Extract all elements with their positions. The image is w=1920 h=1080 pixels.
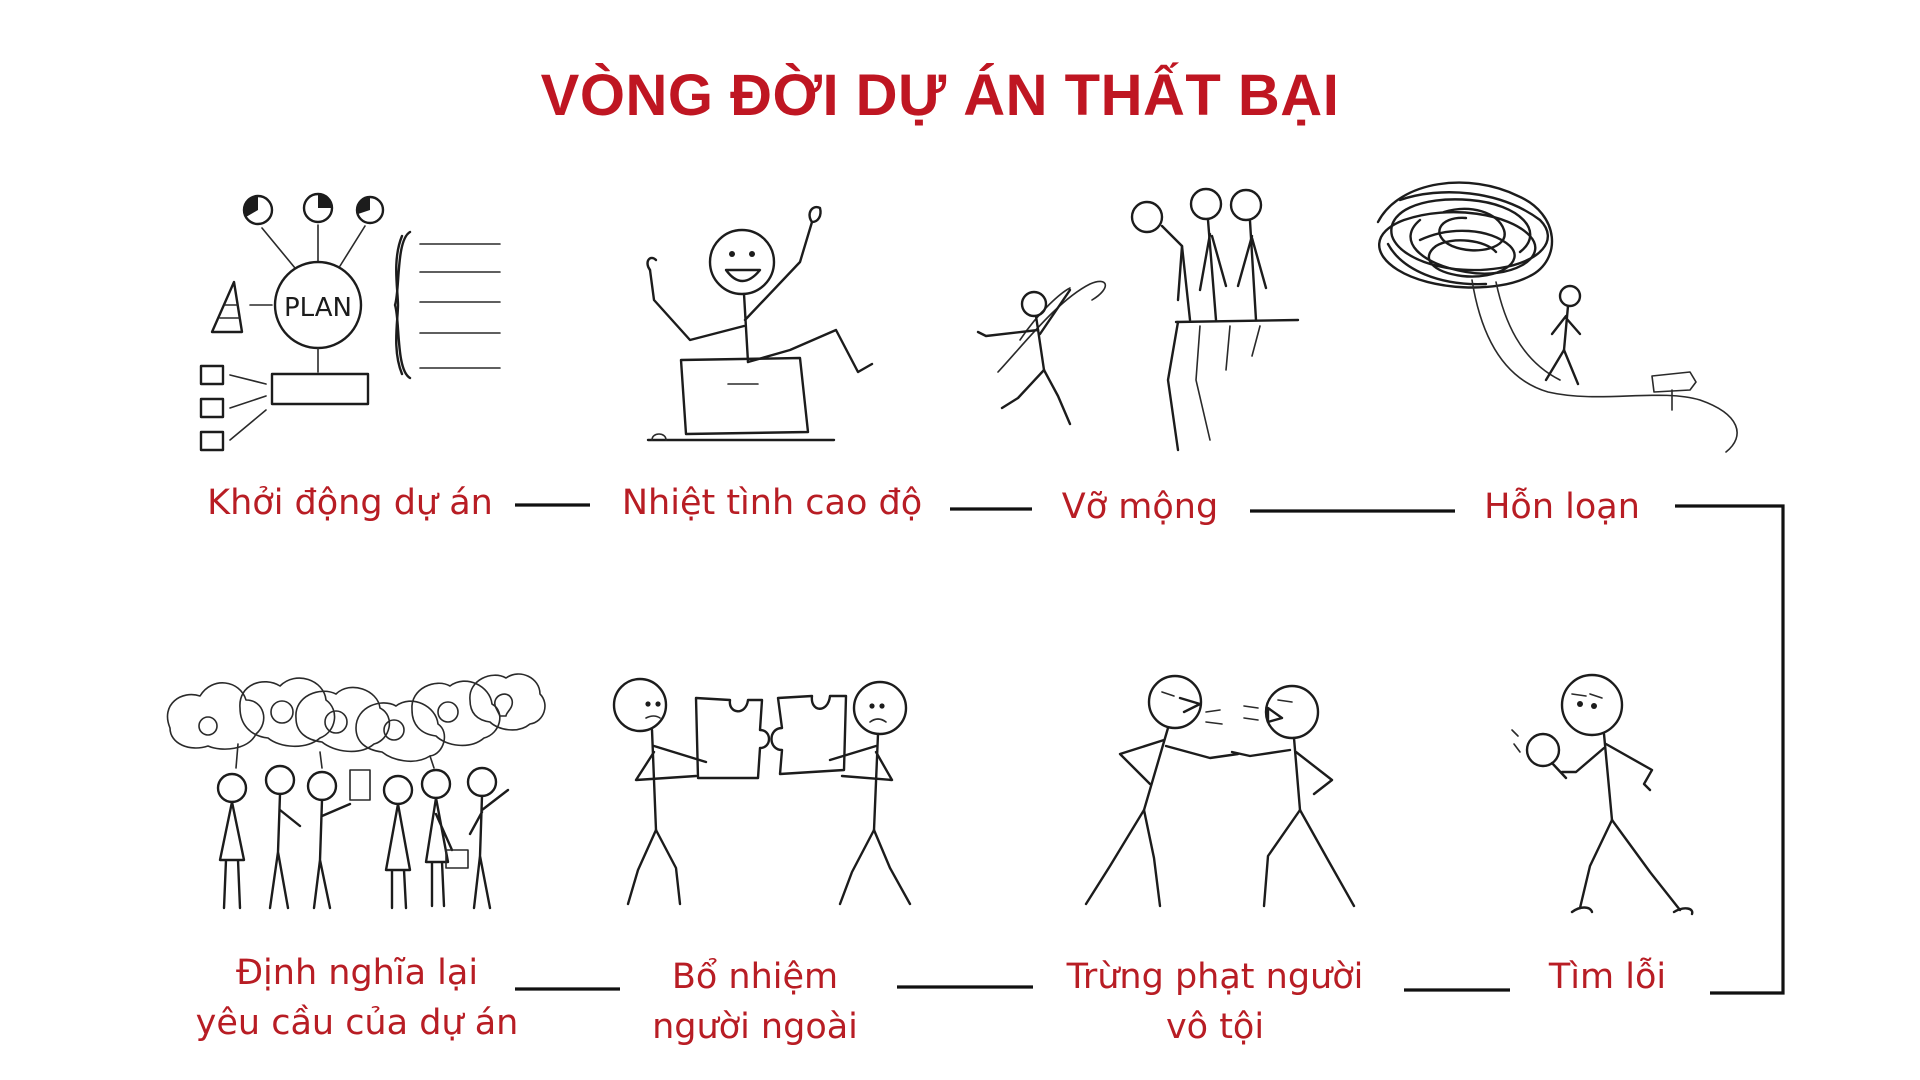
stage-label-line: Khởi động dự án bbox=[207, 483, 493, 523]
group-brainstorm-illustration bbox=[166, 673, 546, 910]
stage-label-line: Hỗn loạn bbox=[1484, 487, 1640, 527]
stage-label-redefine-requirements: Định nghĩa lại yêu cầu của dự án bbox=[192, 948, 522, 1048]
stage-label-disillusionment: Vỡ mộng bbox=[1040, 482, 1240, 532]
stage-label-line: Vỡ mộng bbox=[1061, 487, 1219, 527]
stage-label-line: vô tội bbox=[1165, 1007, 1265, 1047]
stage-label-line: Nhiệt tình cao độ bbox=[621, 483, 923, 523]
stage-label-line: Định nghĩa lại bbox=[235, 953, 479, 993]
stage-label-high-enthusiasm: Nhiệt tình cao độ bbox=[602, 478, 942, 528]
stage-label-appoint-outsiders: Bổ nhiệm người ngoài bbox=[620, 952, 890, 1052]
stage-label-line: người ngoài bbox=[652, 1007, 858, 1047]
puzzle-team-illustration bbox=[612, 677, 912, 906]
stage-label-chaos: Hỗn loạn bbox=[1462, 482, 1662, 532]
illustration-canvas: PLAN bbox=[166, 181, 1785, 995]
argument-illustration bbox=[1084, 674, 1356, 908]
chaos-illustration bbox=[1376, 181, 1738, 453]
stage-label-line: Bổ nhiệm bbox=[671, 957, 839, 997]
enthusiastic-person-illustration bbox=[646, 205, 874, 442]
fault-finding-illustration bbox=[1511, 673, 1694, 916]
stage-label-line: Tìm lỗi bbox=[1548, 957, 1667, 997]
stage-label-project-start: Khởi động dự án bbox=[200, 478, 500, 528]
stage-label-line: yêu cầu của dự án bbox=[195, 1003, 519, 1043]
stage-label-finding-fault: Tìm lỗi bbox=[1515, 952, 1700, 1002]
plan-word: PLAN bbox=[284, 293, 352, 323]
disillusion-illustration bbox=[976, 187, 1300, 452]
connector-lines bbox=[515, 503, 1785, 995]
plan-sketch-illustration: PLAN bbox=[199, 192, 501, 452]
stage-label-punish-innocent: Trừng phạt người vô tội bbox=[1040, 952, 1390, 1052]
stage-label-line: Trừng phạt người bbox=[1066, 957, 1364, 997]
